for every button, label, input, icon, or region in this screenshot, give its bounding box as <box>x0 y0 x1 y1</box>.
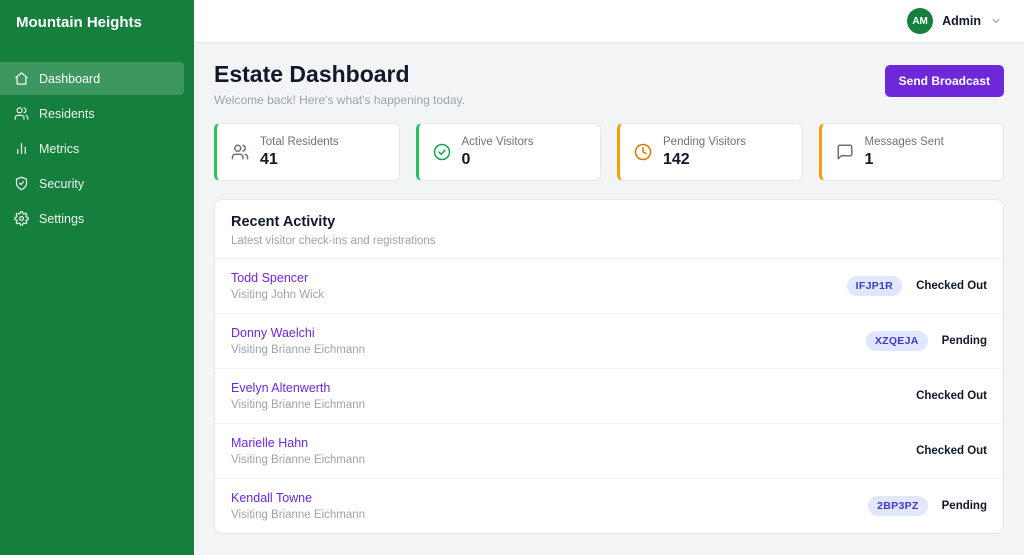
shield-icon <box>14 176 29 191</box>
avatar[interactable]: AM <box>907 8 934 34</box>
stat-value: 1 <box>864 150 874 168</box>
visitor-status: Pending <box>941 500 987 512</box>
check-circle-icon <box>433 143 451 161</box>
visitor-status: Pending <box>941 335 987 347</box>
stat-value: 142 <box>663 150 690 168</box>
stat-card-total-residents: Total Residents 41 <box>214 123 400 181</box>
message-icon <box>836 143 854 161</box>
visitor-status: Checked Out <box>916 445 987 457</box>
stat-value: 41 <box>260 150 278 168</box>
clock-icon <box>634 143 652 161</box>
stat-card-pending-visitors: Pending Visitors 142 <box>617 123 803 181</box>
stat-label: Pending Visitors <box>663 135 746 148</box>
sidebar-item-label: Dashboard <box>39 71 101 86</box>
visitor-status: Checked Out <box>916 390 987 402</box>
activity-header: Recent Activity Latest visitor check-ins… <box>215 200 1003 259</box>
sidebar: Mountain Heights Dashboard Residents Met… <box>0 0 194 555</box>
home-icon <box>14 71 29 86</box>
page-title: Estate Dashboard <box>214 61 410 87</box>
activity-subtitle: Latest visitor check-ins and registratio… <box>231 235 436 247</box>
stat-card-active-visitors: Active Visitors 0 <box>415 123 601 181</box>
sidebar-item-label: Metrics <box>39 141 80 156</box>
page-header: Estate Dashboard Welcome back! Here's wh… <box>214 61 1004 107</box>
main-column: AM Admin Estate Dashboard Welcome back! … <box>194 0 1024 555</box>
page-subtitle: Welcome back! Here's what's happening to… <box>214 93 465 107</box>
recent-activity-card: Recent Activity Latest visitor check-ins… <box>214 199 1004 534</box>
activity-row: Kendall Towne Visiting Brianne Eichmann … <box>215 479 1003 533</box>
stat-label: Active Visitors <box>461 135 534 148</box>
visitor-detail: Visiting John Wick <box>231 289 325 301</box>
user-label: Admin <box>942 14 981 28</box>
stat-card-messages-sent: Messages Sent 1 <box>818 123 1004 181</box>
visitor-name-link[interactable]: Kendall Towne <box>231 491 365 505</box>
gear-icon <box>14 211 29 226</box>
activity-row: Todd Spencer Visiting John Wick IFJP1R C… <box>215 259 1003 314</box>
send-broadcast-button[interactable]: Send Broadcast <box>884 65 1004 97</box>
stat-value: 0 <box>461 150 471 168</box>
activity-row: Marielle Hahn Visiting Brianne Eichmann … <box>215 424 1003 479</box>
visitor-status: Checked Out <box>916 280 987 292</box>
content-area: Estate Dashboard Welcome back! Here's wh… <box>194 43 1024 552</box>
sidebar-item-metrics[interactable]: Metrics <box>0 132 184 165</box>
sidebar-nav: Dashboard Residents Metrics Security Set <box>0 61 194 236</box>
visitor-detail: Visiting Brianne Eichmann <box>231 454 366 466</box>
stat-label: Total Residents <box>260 135 339 148</box>
sidebar-item-dashboard[interactable]: Dashboard <box>0 62 184 95</box>
visitor-code-badge: 2BP3PZ <box>868 496 928 516</box>
bar-chart-icon <box>14 141 29 156</box>
chevron-down-icon[interactable] <box>990 15 1002 27</box>
sidebar-item-settings[interactable]: Settings <box>0 202 184 235</box>
visitor-detail: Visiting Brianne Eichmann <box>231 399 366 411</box>
sidebar-item-label: Settings <box>39 211 85 226</box>
sidebar-item-label: Security <box>39 176 85 191</box>
visitor-detail: Visiting Brianne Eichmann <box>231 344 366 356</box>
residents-icon <box>231 143 249 161</box>
visitor-name-link[interactable]: Todd Spencer <box>231 271 324 285</box>
activity-row: Evelyn Altenwerth Visiting Brianne Eichm… <box>215 369 1003 424</box>
topbar: AM Admin <box>194 0 1024 43</box>
visitor-name-link[interactable]: Marielle Hahn <box>231 436 365 450</box>
visitor-name-link[interactable]: Evelyn Altenwerth <box>231 381 365 395</box>
sidebar-item-security[interactable]: Security <box>0 167 184 200</box>
activity-row: Donny Waelchi Visiting Brianne Eichmann … <box>215 314 1003 369</box>
users-icon <box>14 106 29 121</box>
visitor-name-link[interactable]: Donny Waelchi <box>231 326 365 340</box>
visitor-detail: Visiting Brianne Eichmann <box>231 509 366 521</box>
app-title: Mountain Heights <box>16 14 142 31</box>
sidebar-item-label: Residents <box>39 106 95 121</box>
stat-label: Messages Sent <box>864 135 944 148</box>
sidebar-item-residents[interactable]: Residents <box>0 97 184 130</box>
visitor-code-badge: IFJP1R <box>846 276 903 296</box>
activity-title: Recent Activity <box>231 214 336 230</box>
stats-row: Total Residents 41 Active Visitors 0 Pen… <box>214 123 1004 181</box>
visitor-code-badge: XZQEJA <box>865 331 928 351</box>
